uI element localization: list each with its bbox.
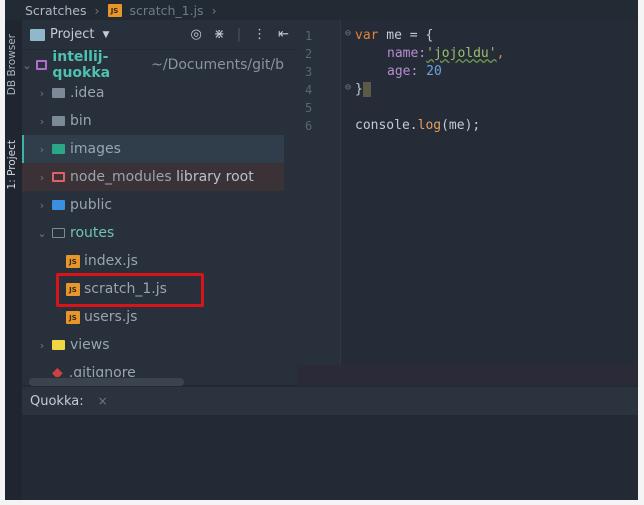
chevron-down-icon[interactable]: ▼: [102, 30, 109, 40]
tree-item-index-js[interactable]: JS index.js: [22, 247, 284, 275]
tree-item-label: routes: [70, 225, 115, 241]
folder-icon: [52, 116, 65, 126]
chevron-right-icon[interactable]: ›: [36, 115, 48, 128]
line-gutter: 1 2 3 4 5 6: [297, 20, 341, 365]
fold-icon[interactable]: ⊖: [345, 82, 351, 93]
quokka-title[interactable]: Quokka:: [30, 394, 84, 409]
web-folder-icon: [52, 200, 65, 210]
project-panel: Project ▼ ◎ ⋇ | ⋮ ⇤ ⌄ intellij-quokka ~/D…: [22, 20, 312, 385]
line-number: 4: [305, 83, 313, 97]
js-file-icon: JS: [66, 254, 80, 268]
folder-open-icon: [52, 228, 65, 238]
js-file-icon: JS: [66, 310, 80, 324]
horizontal-scrollbar[interactable]: [29, 378, 184, 386]
tab-db-browser[interactable]: DB Browser: [6, 34, 18, 95]
module-icon: [35, 60, 48, 70]
breadcrumb-file[interactable]: scratch_1.js: [130, 3, 204, 18]
code-line: var me = {: [355, 28, 434, 43]
tree-item-label: intellij-quokka: [52, 49, 111, 81]
chevron-right-icon[interactable]: ›: [36, 143, 48, 156]
hide-icon[interactable]: ⇤: [278, 27, 289, 42]
editor-empty-area: [297, 365, 638, 385]
chevron-right-icon[interactable]: ›: [36, 87, 48, 100]
breadcrumb-scratches[interactable]: Scratches: [25, 3, 87, 18]
breadcrumb: Scratches › JS scratch_1.js ›: [5, 0, 638, 20]
tree-item-path: ~/Documents/git/b: [151, 57, 284, 73]
tree-root[interactable]: ⌄ intellij-quokka ~/Documents/git/b: [22, 49, 284, 81]
folder-icon: [52, 88, 65, 98]
images-folder-icon: [52, 144, 65, 154]
divider: |: [236, 27, 242, 42]
tree-item-gitignore[interactable]: ◆ .gitignore: [22, 359, 284, 377]
library-folder-icon: [52, 172, 65, 182]
line-number: 6: [305, 119, 313, 133]
line-number: 1: [305, 29, 313, 43]
line-number: 5: [305, 101, 313, 115]
chevron-right-icon[interactable]: ›: [36, 199, 48, 212]
tree-item-public[interactable]: › public: [22, 191, 284, 219]
line-number: 2: [305, 47, 313, 61]
close-icon[interactable]: ×: [98, 394, 108, 408]
target-icon[interactable]: ◎: [190, 27, 201, 42]
quokka-panel-tab: Quokka: ×: [22, 387, 638, 415]
project-panel-header: Project ▼ ◎ ⋇ | ⋮ ⇤: [22, 20, 297, 50]
code-line: name:'jojoldu',: [387, 46, 505, 61]
project-folder-icon: [30, 28, 45, 41]
tree-item-node-modules[interactable]: › node_modules library root: [22, 163, 284, 191]
chevron-down-icon[interactable]: ⌄: [22, 59, 32, 72]
tree-item-label: node_modules: [70, 169, 172, 185]
line-number: 3: [305, 65, 313, 79]
code-editor[interactable]: 1 2 3 4 5 6 ⊖ ⊖ var me = { name:'jojoldu…: [297, 20, 638, 365]
tree-item-label: .gitignore: [68, 365, 136, 377]
tree-item-label: public: [70, 197, 113, 213]
tree-item-images[interactable]: › images: [22, 135, 284, 163]
highlight-box: [56, 273, 204, 307]
tree-item-routes[interactable]: ⌄ routes: [22, 219, 284, 247]
tab-project[interactable]: 1: Project: [6, 140, 18, 189]
git-icon: ◆: [52, 365, 63, 377]
js-file-icon: JS: [107, 3, 122, 17]
more-icon[interactable]: ⋮: [253, 27, 266, 42]
code-line: age: 20: [387, 64, 442, 79]
chevron-right-icon[interactable]: ›: [36, 339, 48, 352]
tree-item-users-js[interactable]: JS users.js: [22, 303, 284, 331]
tree-item-suffix: library root: [176, 169, 254, 185]
fold-icon[interactable]: ⊖: [345, 28, 351, 39]
tree-item-bin[interactable]: › bin: [22, 107, 284, 135]
chevron-right-icon[interactable]: ›: [36, 171, 48, 184]
code-line: console.log(me);: [355, 118, 481, 133]
tree-item-idea[interactable]: › .idea: [22, 79, 284, 107]
collapse-icon[interactable]: ⋇: [214, 27, 225, 42]
code-line: }: [355, 82, 371, 97]
chevron-down-icon[interactable]: ⌄: [36, 227, 48, 240]
tree-item-label: index.js: [84, 253, 138, 269]
tree-item-views[interactable]: › views: [22, 331, 284, 359]
text-cursor: [362, 82, 371, 97]
tool-window-strip: DB Browser 1: Project: [5, 20, 22, 500]
tree-item-label: users.js: [84, 309, 138, 325]
ide-window: Scratches › JS scratch_1.js › DB Browser…: [5, 0, 638, 500]
tree-item-label: views: [70, 337, 110, 353]
project-view-selector[interactable]: Project: [50, 27, 94, 42]
tree-item-label: bin: [70, 113, 92, 129]
chevron-right-icon: ›: [211, 2, 217, 18]
views-folder-icon: [52, 340, 65, 350]
chevron-right-icon: ›: [94, 2, 100, 18]
tree-item-label: .idea: [70, 85, 105, 101]
tree-item-label: images: [70, 141, 121, 157]
